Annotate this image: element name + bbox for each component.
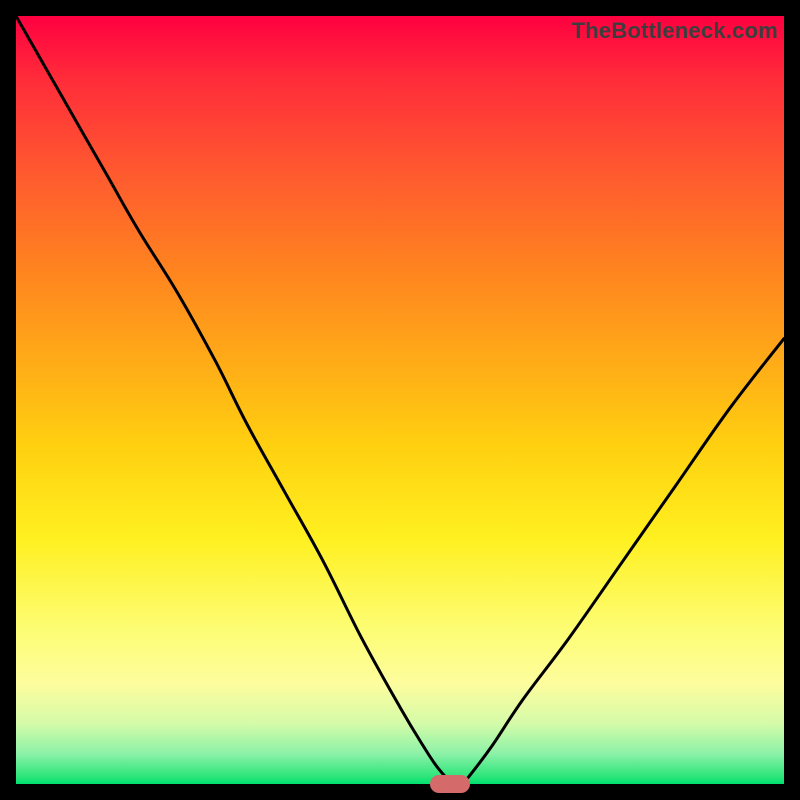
bottleneck-curve: [16, 16, 784, 784]
plot-area: TheBottleneck.com: [16, 16, 784, 784]
minimum-marker: [430, 775, 470, 793]
chart-frame: TheBottleneck.com: [0, 0, 800, 800]
